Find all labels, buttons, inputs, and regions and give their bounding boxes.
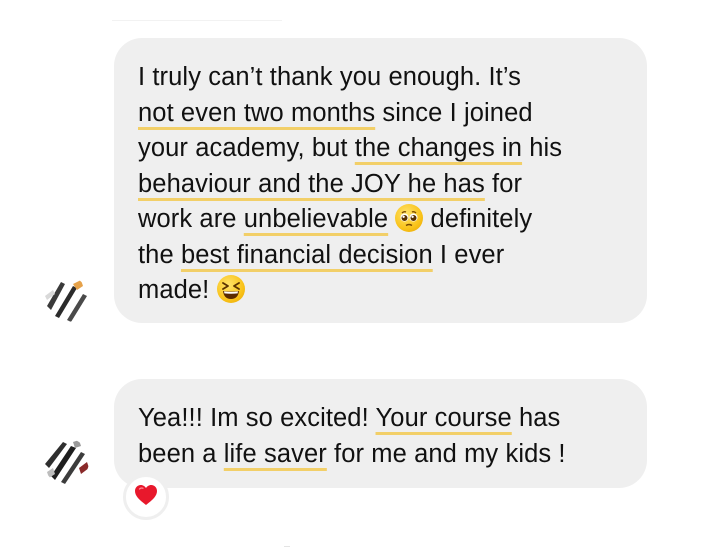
message-line: behaviour and the JOY he has for: [138, 169, 523, 198]
message-line: I truly can’t thank you enough. It’s: [138, 63, 522, 91]
pleading-face-icon: [395, 204, 424, 232]
highlighted-phrase: not even two months: [138, 98, 376, 127]
message-line: work are unbelievable definitely: [138, 204, 533, 233]
message-bubble-received[interactable]: Yea!!! Im so excited! Your course has be…: [114, 379, 647, 488]
message-bubble-received[interactable]: I truly can’t thank you enough. It’s not…: [114, 38, 647, 323]
message-line: the best financial decision I ever: [138, 240, 505, 269]
message-line: made!: [138, 273, 621, 309]
sender-avatar[interactable]: [43, 276, 89, 322]
grinning-squinting-face-icon: [216, 275, 245, 303]
message-line: not even two months since I joined: [138, 98, 533, 127]
message-line: been a life saver for me and my kids !: [138, 439, 566, 468]
message-line: your academy, but the changes in his: [138, 134, 563, 162]
highlighted-phrase: Your course: [375, 404, 512, 432]
message-line: Yea!!! Im so excited! Your course has: [138, 404, 561, 432]
bottom-divider: [284, 546, 290, 547]
red-heart-icon: [134, 484, 158, 511]
message-text: Yea!!! Im so excited! Your course has be…: [138, 401, 621, 472]
message-text: I truly can’t thank you enough. It’s not…: [138, 60, 621, 309]
highlighted-phrase: life saver: [223, 439, 327, 468]
heart-reaction[interactable]: [123, 474, 169, 520]
sender-avatar[interactable]: [43, 438, 89, 484]
highlighted-phrase: the changes in: [354, 134, 523, 162]
highlighted-phrase: best financial decision: [180, 240, 433, 269]
top-divider: [112, 20, 282, 21]
highlighted-phrase: behaviour and the JOY he has: [138, 169, 485, 198]
highlighted-phrase: unbelievable: [243, 205, 389, 233]
